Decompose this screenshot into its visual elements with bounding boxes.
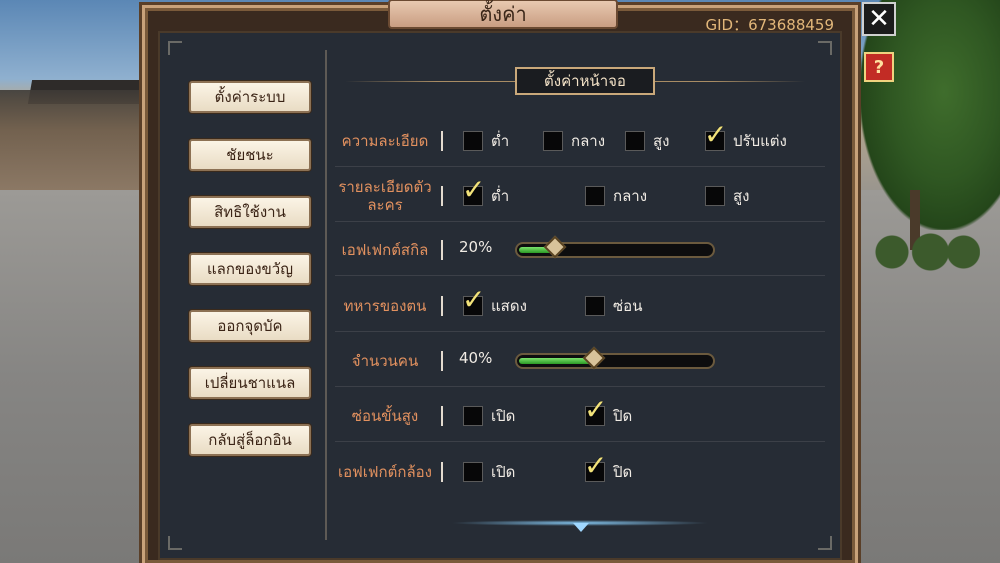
option-label: ต่ำ [491,187,510,205]
option-label: ต่ำ [491,132,510,150]
settings-row-player-count: จำนวนคน 40% [335,335,825,387]
menu-divider [177,50,327,540]
option-advanced-hide-on[interactable]: เปิด [463,402,515,430]
option-label: เปิด [491,463,516,481]
row-separator [441,406,443,426]
checkbox[interactable] [463,462,483,482]
check-icon: ✓ [584,449,608,482]
option-camera-effects-off[interactable]: ✓ ปิด [584,449,633,486]
background-building [0,90,150,190]
slider-handle[interactable] [582,346,606,370]
row-label: รายละเอียดตัวละคร [338,178,432,214]
option-label: ปรับแต่ง [733,132,787,150]
menu-button-change-channel[interactable]: เปลี่ยนชาแนล [189,367,311,399]
row-label: ความละเอียด [341,132,429,150]
option-resolution-medium[interactable]: กลาง [543,127,605,155]
option-advanced-hide-off[interactable]: ✓ ปิด [584,393,633,430]
checkbox[interactable] [463,406,483,426]
check-icon: ✓ [704,118,728,151]
check-icon: ✓ [584,393,608,426]
settings-row-resolution: ความละเอียด ต่ำ กลาง สูง ✓ ปรับแต่ง [335,115,825,167]
checkbox[interactable] [625,131,645,151]
option-label: สูง [733,187,750,205]
option-label: กลาง [571,132,606,150]
option-resolution-low[interactable]: ต่ำ [463,127,509,155]
row-label: ซ่อนขั้นสูง [351,407,419,425]
option-soldiers-show[interactable]: ✓ แสดง [462,283,527,320]
close-button[interactable]: ✕ [862,2,896,36]
slider-handle[interactable] [544,235,567,259]
checkbox-checked[interactable]: ✓ [704,118,727,151]
background-bushes [870,232,980,272]
option-label: ปิด [613,407,633,425]
checkbox-checked[interactable]: ✓ [584,393,607,426]
settings-row-character-detail: รายละเอียดตัวละคร ✓ ต่ำ กลาง สูง [335,170,825,222]
help-button[interactable]: ? [864,52,894,82]
window-title-text: ตั้งค่า [479,2,527,26]
option-resolution-custom[interactable]: ✓ ปรับแต่ง [704,118,787,155]
corner-ornament [818,536,832,550]
option-label: แสดง [491,297,527,315]
checkbox[interactable] [585,296,605,316]
row-label: เอฟเฟกต์กล้อง [338,463,432,481]
row-separator [441,351,443,371]
row-separator [441,462,443,482]
option-label: ปิด [613,463,633,481]
option-label: เปิด [491,407,516,425]
percent-value: 20% [459,238,493,256]
percent-value: 40% [459,349,493,367]
checkbox[interactable] [585,186,605,206]
checkbox-checked[interactable]: ✓ [584,449,607,482]
check-icon: ✓ [462,173,486,206]
checkbox[interactable] [463,131,483,151]
settings-row-own-soldiers: ทหารของตน ✓ แสดง ซ่อน [335,280,825,332]
checkbox-checked[interactable]: ✓ [462,283,485,316]
settings-row-camera-effects: เอฟเฟกต์กล้อง เปิด ✓ ปิด [335,446,825,498]
settings-row-advanced-hide: ซ่อนขั้นสูง เปิด ✓ ปิด [335,390,825,442]
option-character-high[interactable]: สูง [705,182,749,210]
menu-button-victory[interactable]: ชัยชนะ [189,139,311,171]
window-title: ตั้งค่า [388,0,618,29]
chevron-down-icon[interactable] [573,523,589,532]
menu-button-redeem-gift[interactable]: แลกของขวัญ [189,253,311,285]
menu-button-back-to-login[interactable]: กลับสู่ล็อกอิน [189,424,311,456]
option-character-medium[interactable]: กลาง [585,182,647,210]
row-label: เอฟเฟกต์สกิล [341,241,429,259]
checkbox[interactable] [543,131,563,151]
menu-button-system-settings[interactable]: ตั้งค่าระบบ [189,81,311,113]
row-label: จำนวนคน [351,352,419,370]
skill-effects-slider[interactable] [515,235,715,259]
section-title: ตั้งค่าหน้าจอ [515,67,655,95]
player-count-slider[interactable] [515,346,715,370]
settings-row-skill-effects: เอฟเฟกต์สกิล 20% [335,224,825,276]
menu-button-permissions[interactable]: สิทธิใช้งาน [189,196,311,228]
option-soldiers-hide[interactable]: ซ่อน [585,292,642,320]
corner-ornament [818,41,832,55]
option-label: ซ่อน [613,297,643,315]
option-resolution-high[interactable]: สูง [625,127,669,155]
help-icon: ? [873,56,885,78]
row-separator [441,240,443,260]
option-label: กลาง [613,187,648,205]
option-camera-effects-on[interactable]: เปิด [463,458,515,486]
option-label: สูง [653,132,670,150]
row-separator [441,296,443,316]
menu-button-exit-bug[interactable]: ออกจุดบัค [189,310,311,342]
option-character-low[interactable]: ✓ ต่ำ [462,173,510,210]
checkbox[interactable] [705,186,725,206]
close-icon: ✕ [868,4,890,34]
row-label: ทหารของตน [343,297,427,315]
row-separator [441,131,443,151]
check-icon: ✓ [462,283,486,316]
section-title-text: ตั้งค่าหน้าจอ [544,72,626,90]
checkbox-checked[interactable]: ✓ [462,173,485,206]
row-separator [441,186,443,206]
